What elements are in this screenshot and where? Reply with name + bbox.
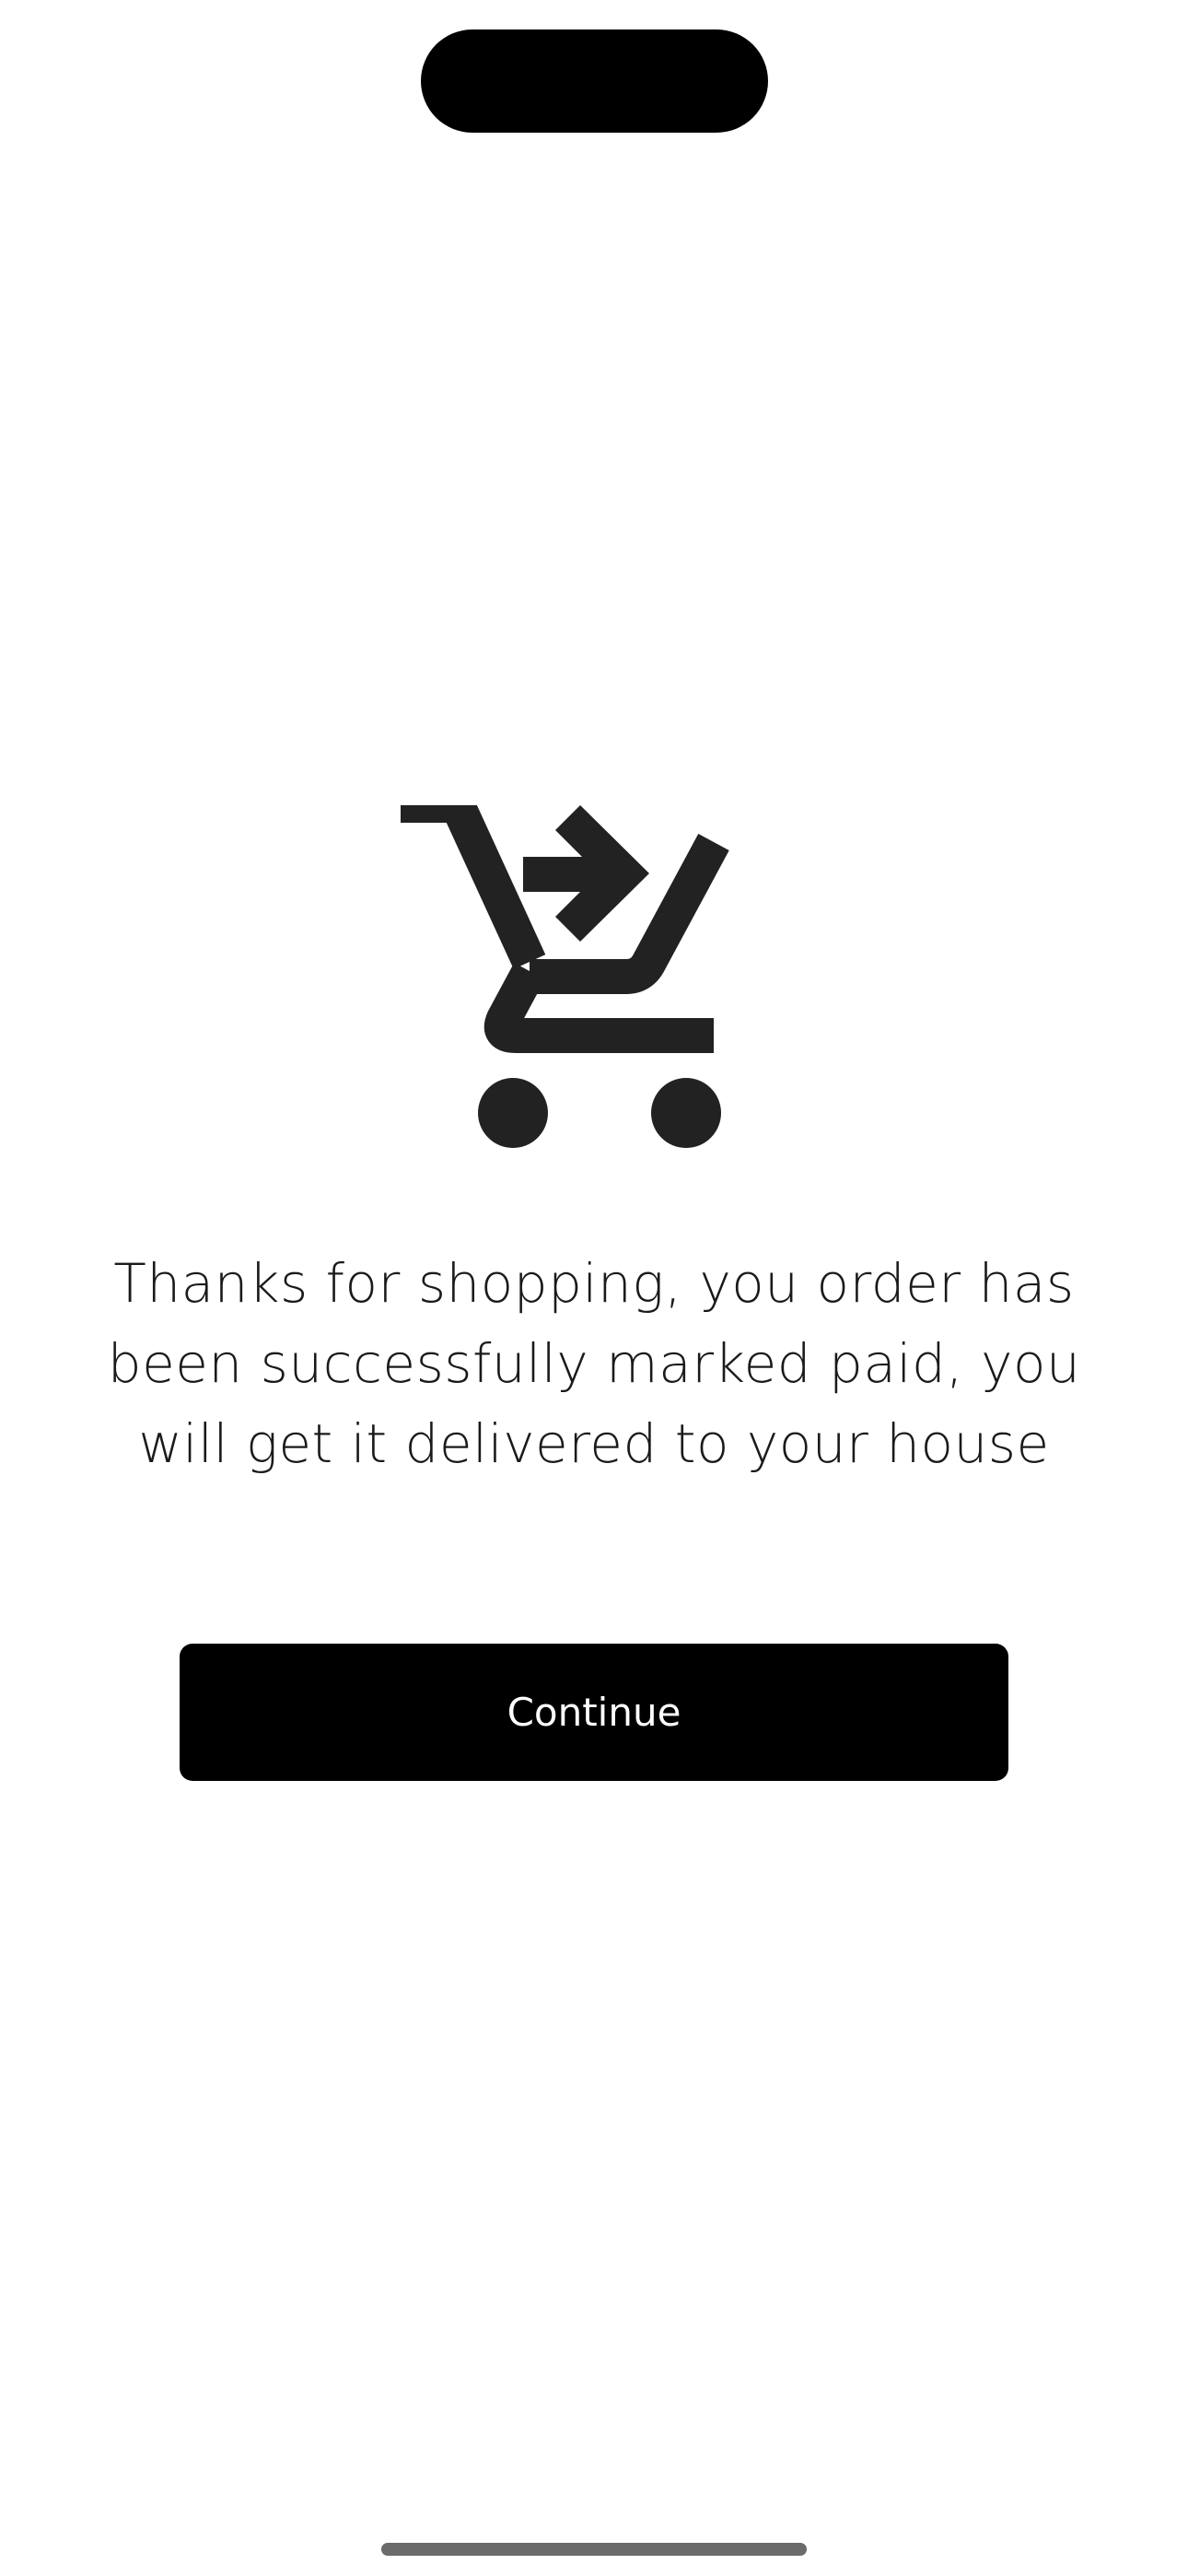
dynamic-island: [421, 29, 768, 133]
continue-button[interactable]: Continue: [180, 1644, 1008, 1781]
home-indicator[interactable]: [381, 2543, 807, 2556]
shopping-cart-arrow-icon: [401, 805, 729, 1148]
order-confirmation-message: Thanks for shopping, you order has been …: [107, 1252, 1081, 1475]
